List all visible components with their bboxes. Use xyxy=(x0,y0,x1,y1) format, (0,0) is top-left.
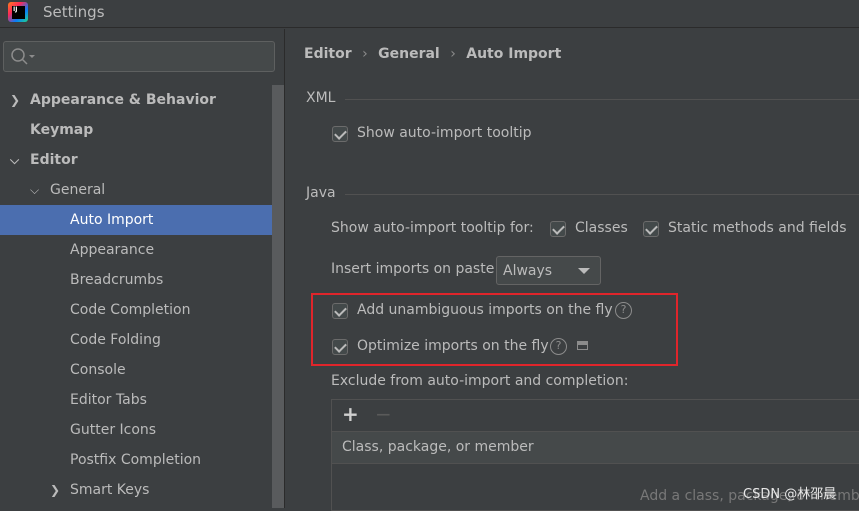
sidebar-item-label: Code Completion xyxy=(70,302,191,318)
search-icon xyxy=(11,48,35,65)
sidebar-item-smart-keys[interactable]: ❯ Smart Keys xyxy=(0,475,272,505)
intellij-logo-icon: IJ xyxy=(8,2,28,22)
sidebar-item-appearance-behavior[interactable]: ❯ Appearance & Behavior xyxy=(0,85,272,115)
search-input[interactable] xyxy=(3,41,275,72)
show-tooltip-xml-checkbox[interactable] xyxy=(332,126,348,142)
sidebar-item-gutter-icons[interactable]: Gutter Icons xyxy=(0,415,272,445)
sidebar-item-label: Postfix Completion xyxy=(70,452,202,468)
chevron-down-icon xyxy=(578,268,590,274)
sidebar-item-appearance[interactable]: Appearance xyxy=(0,235,272,265)
add-unambiguous-label: Add unambiguous imports on the fly xyxy=(357,302,613,318)
chevron-down-icon[interactable]: ⌵ xyxy=(10,145,19,175)
show-tooltip-xml-label: Show auto-import tooltip xyxy=(357,125,532,141)
sidebar-item-label: Auto Import xyxy=(70,212,154,228)
breadcrumb: Editor › General › Auto Import xyxy=(304,46,561,62)
chevron-down-icon[interactable]: ⌵ xyxy=(30,175,39,205)
settings-sidebar: ❯ Appearance & Behavior Keymap ⌵ Editor ⌵ Gene… xyxy=(0,29,285,508)
divider xyxy=(345,99,859,100)
classes-checkbox[interactable] xyxy=(550,221,566,237)
help-icon[interactable]: ? xyxy=(615,302,632,319)
dropdown-value: Always xyxy=(503,263,553,279)
sidebar-item-code-completion[interactable]: Code Completion xyxy=(0,295,272,325)
xml-section-title: XML xyxy=(306,90,336,106)
sidebar-item-label: Smart Keys xyxy=(70,482,150,498)
sidebar-item-editor[interactable]: ⌵ Editor xyxy=(0,145,272,175)
java-section-title: Java xyxy=(306,185,336,201)
settings-scope-icon[interactable] xyxy=(577,341,588,350)
sidebar-item-label: Appearance & Behavior xyxy=(30,92,216,108)
column-header[interactable]: Class, package, or member xyxy=(332,432,859,464)
title-bar: IJ Settings xyxy=(0,0,859,28)
static-methods-checkbox[interactable] xyxy=(643,221,659,237)
sidebar-item-code-folding[interactable]: Code Folding xyxy=(0,325,272,355)
table-toolbar: + − xyxy=(332,400,859,432)
classes-label: Classes xyxy=(575,220,628,236)
breadcrumb-separator: › xyxy=(450,46,456,62)
breadcrumb-editor[interactable]: Editor xyxy=(304,46,352,62)
breadcrumb-general[interactable]: General xyxy=(378,46,440,62)
watermark: CSDN @林邵晨 xyxy=(743,487,837,502)
remove-button[interactable]: − xyxy=(375,402,392,426)
insert-imports-label: Insert imports on paste: xyxy=(331,261,500,277)
sidebar-item-label: Keymap xyxy=(30,122,94,138)
sidebar-item-editor-tabs[interactable]: Editor Tabs xyxy=(0,385,272,415)
window-title: Settings xyxy=(43,3,105,21)
insert-imports-dropdown[interactable]: Always xyxy=(496,256,601,285)
sidebar-item-label: Console xyxy=(70,362,126,378)
sidebar-item-label: Code Folding xyxy=(70,332,161,348)
breadcrumb-separator: › xyxy=(362,46,368,62)
chevron-right-icon[interactable]: ❯ xyxy=(50,475,60,505)
sidebar-item-label: Editor Tabs xyxy=(70,392,147,408)
sidebar-item-label: General xyxy=(50,182,106,198)
sidebar-item-breadcrumbs[interactable]: Breadcrumbs xyxy=(0,265,272,295)
optimize-imports-checkbox[interactable] xyxy=(332,339,348,355)
sidebar-item-label: Gutter Icons xyxy=(70,422,157,438)
divider xyxy=(345,194,859,195)
add-unambiguous-checkbox[interactable] xyxy=(332,303,348,319)
tooltip-for-label: Show auto-import tooltip for: xyxy=(331,220,534,236)
sidebar-item-keymap[interactable]: Keymap xyxy=(0,115,272,145)
sidebar-item-postfix-completion[interactable]: Postfix Completion xyxy=(0,445,272,475)
sidebar-item-general[interactable]: ⌵ General xyxy=(0,175,272,205)
sidebar-item-label: Editor xyxy=(30,152,78,168)
sidebar-item-auto-import[interactable]: Auto Import xyxy=(0,205,272,235)
add-button[interactable]: + xyxy=(342,402,359,426)
sidebar-item-label: Breadcrumbs xyxy=(70,272,164,288)
static-methods-label: Static methods and fields xyxy=(668,220,847,236)
help-icon[interactable]: ? xyxy=(550,338,567,355)
exclude-label: Exclude from auto-import and completion: xyxy=(331,373,629,389)
chevron-right-icon[interactable]: ❯ xyxy=(10,85,20,115)
sidebar-item-label: Appearance xyxy=(70,242,155,258)
breadcrumb-auto-import: Auto Import xyxy=(466,46,562,62)
optimize-imports-label: Optimize imports on the fly xyxy=(357,338,549,354)
sidebar-item-console[interactable]: Console xyxy=(0,355,272,385)
sidebar-scrollbar[interactable] xyxy=(272,85,284,508)
